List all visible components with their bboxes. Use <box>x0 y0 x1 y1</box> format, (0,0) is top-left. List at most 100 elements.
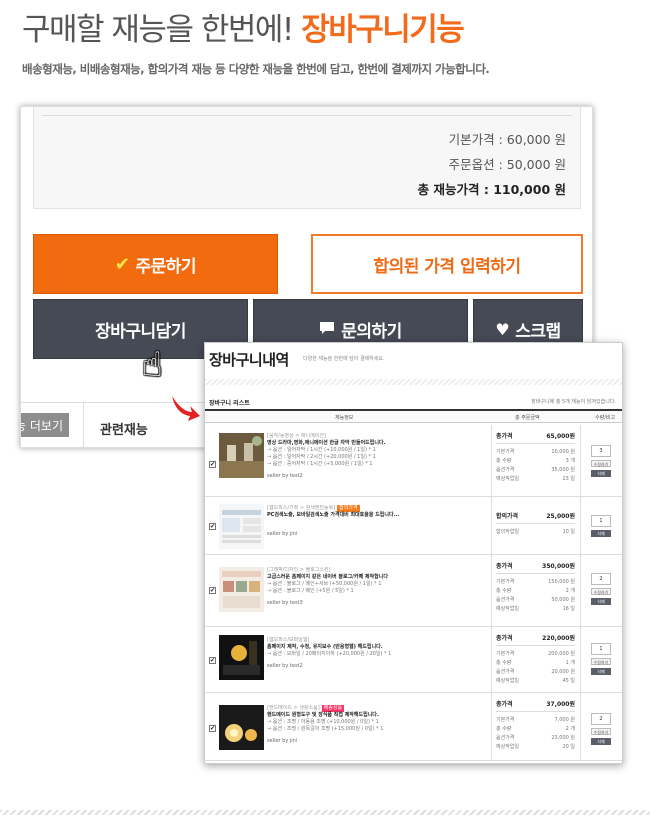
item-checkbox[interactable]: ✔ <box>209 461 216 468</box>
cart-item: ✔ [웹오피스/모바일웹] 홈페이지 제작, 수정, 유지보수 (반응형웹) 해… <box>205 627 622 693</box>
item-name[interactable]: PC검색노출, 모바일검색노출 가격대비 최대효율을 드립니다... <box>267 512 487 519</box>
quantity-input[interactable]: 2 <box>591 713 611 725</box>
cart-item: ✔ [웹오피스/기획 > 검색엔진등록] 합의가격 PC검색노출, 모바일검색노출… <box>205 497 622 555</box>
price-value: 25,000원 <box>546 513 575 520</box>
heart-icon: ♥ <box>495 319 510 339</box>
cart-popup-title: 장바구니내역 <box>209 351 289 369</box>
inquiry-label: 문의하기 <box>341 321 402 342</box>
delete-button[interactable]: 삭제 <box>591 598 611 605</box>
more-talents-tab[interactable]: 능 더보기 <box>21 413 69 437</box>
delete-button[interactable]: 삭제 <box>591 470 611 477</box>
item-info: [핸드메이드 > 생활소품] 배송상품 핸드메이드 원형도구 및 장식품 직접 제… <box>267 705 487 745</box>
item-name[interactable]: 영상 드라마,영화,애니메이션 한글 자막 만들어드립니다. <box>267 440 487 447</box>
row-value: 35,000 원 <box>551 467 575 473</box>
cart-count: 장바구니에 총 5개 재능이 담겨있습니다. <box>531 399 616 405</box>
row-label: 예상작업일 <box>496 606 520 612</box>
hand-pointer-icon: ☝ <box>142 345 163 385</box>
total-price: 총 재능가격 : 110,000 원 <box>417 182 566 197</box>
item-price: 총가격 220,000원 기본가격 200,000 원 총 수량 1 개 옵션가격 20… <box>491 627 579 692</box>
item-category: [그래픽/디자인 > 블로그스킨] <box>267 567 331 573</box>
cart-item: ✔ [그래픽/디자인 > 블로그스킨] 고급스러운 홈페이지 같은 네이버 블로… <box>205 555 622 627</box>
item-seller: seller by test2 <box>267 663 303 669</box>
row-value: 150,000 원 <box>548 579 575 585</box>
cart-popup: 장바구니내역 다양한 재능을 한번에 담아 결제하세요. 장바구니 리스트 장바… <box>204 342 623 764</box>
divider <box>42 115 572 116</box>
item-seller: seller by test3 <box>267 600 303 606</box>
item-seller: seller by test2 <box>267 473 303 479</box>
add-to-cart-label: 장바구니담기 <box>95 321 186 342</box>
row-label: 기본가격 <box>496 651 515 657</box>
row-label: 기본가격 <box>496 717 515 723</box>
item-qty-col: 1 수정하기 삭제 <box>580 627 622 692</box>
row-label: 옵션가격 <box>496 597 515 603</box>
item-info: [웹오피스/모바일웹] 홈페이지 제작, 수정, 유지보수 (반응형웹) 해드립… <box>267 637 487 670</box>
item-name[interactable]: 핸드메이드 원형도구 및 장식품 직접 제작해드립니다. <box>267 712 487 719</box>
item-name[interactable]: 고급스러운 홈페이지 같은 네이버 블로그/카페 제작합니다 <box>267 574 487 581</box>
item-checkbox[interactable]: ✔ <box>209 523 216 530</box>
row-value: 2 개 <box>565 726 575 732</box>
check-icon: ✔ <box>114 253 130 275</box>
item-option: → 옵션 : 모바일 / 20페이지이하 (+20,000원 / 20일) * … <box>267 651 392 657</box>
row-value: 10 일 <box>562 529 575 535</box>
row-label: 총 수량 <box>496 588 512 594</box>
row-value: 3 개 <box>565 458 575 464</box>
quantity-input[interactable]: 3 <box>591 445 611 457</box>
price-label: 총가격 <box>496 635 513 642</box>
item-checkbox[interactable]: ✔ <box>209 587 216 594</box>
item-price: 총가격 65,000원 기본가격 10,000 원 총 수량 3 개 옵션가격 35,0… <box>491 425 579 496</box>
col-price: 총 주문금액 <box>515 415 540 421</box>
row-value: 50,000 원 <box>551 597 575 603</box>
agreed-price-badge: 합의가격 <box>337 505 360 512</box>
row-value: 20,000 원 <box>551 669 575 675</box>
row-label: 총 수량 <box>496 660 512 666</box>
price-value: 350,000원 <box>542 563 575 570</box>
speech-bubble-icon <box>319 320 335 339</box>
item-qty-col: 2 수정하기 삭제 <box>580 693 622 760</box>
item-category: [웹오피스/기획 > 검색엔진등록] <box>267 505 336 511</box>
row-label: 예상작업일 <box>496 744 520 750</box>
price-label: 합의가격 <box>496 513 519 520</box>
edit-button[interactable]: 수정하기 <box>591 728 611 735</box>
quantity-input[interactable]: 1 <box>591 515 611 527</box>
row-label: 옵션가격 <box>496 467 515 473</box>
item-checkbox[interactable]: ✔ <box>209 657 216 664</box>
delete-button[interactable]: 삭제 <box>591 668 611 675</box>
order-button[interactable]: ✔ 주문하기 <box>33 234 278 294</box>
col-qty: 수량/비고 <box>595 415 616 421</box>
edit-button[interactable]: 수정하기 <box>591 460 611 467</box>
agreed-price-button[interactable]: 합의된 가격 입력하기 <box>311 234 583 294</box>
quantity-input[interactable]: 1 <box>591 643 611 655</box>
col-info: 재능정보 <box>335 415 354 421</box>
row-label: 예상작업일 <box>496 476 520 482</box>
row-value: 1 개 <box>565 660 575 666</box>
row-value: 23 일 <box>562 476 575 482</box>
item-option: → 옵션 : 조명 / 아동용 조명 (+10,000원 / 0일) * 1 <box>267 719 379 725</box>
edit-button[interactable]: 수정하기 <box>591 588 611 595</box>
row-label: 예상작업일 <box>496 678 520 684</box>
row-value: 200,000 원 <box>548 651 575 657</box>
divider <box>0 810 650 815</box>
option-price: 주문옵션 : 50,000 원 <box>448 157 566 172</box>
edit-button[interactable]: 수정하기 <box>591 658 611 665</box>
item-option: → 옵션 : 블로그 / 메인+서브 (+50,000원 / 1일) * 1 <box>267 581 382 587</box>
quantity-input[interactable]: 2 <box>591 573 611 585</box>
item-info: [음악/동영상 > 애니메이션] 영상 드라마,영화,애니메이션 한글 자막 만… <box>267 433 487 480</box>
item-seller: seller by jini <box>267 531 298 537</box>
row-label: 옵션가격 <box>496 669 515 675</box>
row-value: 23,000 원 <box>551 735 575 741</box>
item-option: → 옵션 : 중어자막 / 1시간 (+5,000원 / 1일) * 1 <box>267 461 373 467</box>
item-checkbox[interactable]: ✔ <box>209 725 216 732</box>
red-arrow-icon <box>172 396 200 421</box>
item-thumbnail <box>219 567 264 612</box>
price-label: 총가격 <box>496 563 513 570</box>
delete-button[interactable]: 삭제 <box>591 530 611 537</box>
item-price: 합의가격 25,000원 합의작업일 10 일 <box>491 497 579 554</box>
divider <box>205 379 622 385</box>
row-label: 기본가격 <box>496 449 515 455</box>
price-value: 220,000원 <box>542 635 575 642</box>
item-name[interactable]: 홈페이지 제작, 수정, 유지보수 (반응형웹) 해드립니다. <box>267 644 487 651</box>
item-info: [웹오피스/기획 > 검색엔진등록] 합의가격 PC검색노출, 모바일검색노출 가… <box>267 505 487 538</box>
delete-button[interactable]: 삭제 <box>591 738 611 745</box>
item-category: [웹오피스/모바일웹] <box>267 637 310 643</box>
item-info: [그래픽/디자인 > 블로그스킨] 고급스러운 홈페이지 같은 네이버 블로그/… <box>267 567 487 607</box>
